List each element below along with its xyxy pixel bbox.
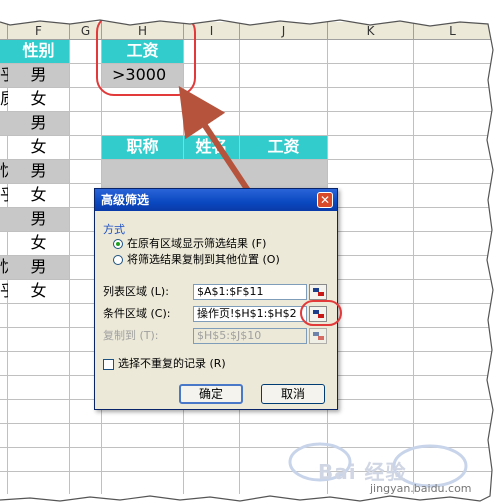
torn-edge bbox=[0, 0, 500, 504]
